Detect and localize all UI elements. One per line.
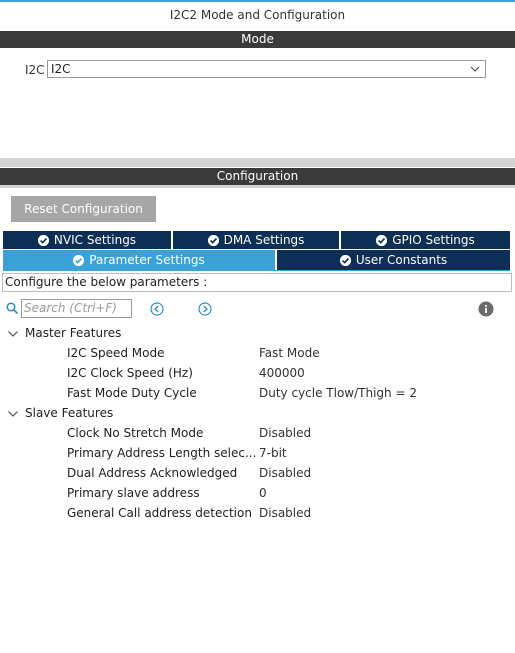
param-value-fast-mode-duty-cycle[interactable]: Duty cycle Tlow/Thigh = 2	[259, 386, 417, 400]
param-value-primary-address-length[interactable]: 7-bit	[259, 446, 287, 460]
search-icon[interactable]	[6, 302, 19, 318]
expand-chevron-icon[interactable]	[7, 328, 19, 342]
i2c-mode-label: I2C	[25, 63, 45, 77]
info-icon[interactable]	[478, 301, 494, 320]
arrow-right-circle-icon[interactable]	[198, 302, 212, 319]
param-name-primary-address-length: Primary Address Length selec...	[67, 446, 257, 460]
param-value-i2c-speed-mode[interactable]: Fast Mode	[259, 346, 320, 360]
tab-underline	[3, 270, 510, 271]
param-name-dual-address-acknowledged: Dual Address Acknowledged	[67, 466, 238, 480]
check-circle-icon	[376, 234, 388, 246]
param-value-i2c-clock-speed[interactable]: 400000	[259, 366, 305, 380]
tab-label: User Constants	[355, 253, 448, 267]
param-name-i2c-clock-speed: I2C Clock Speed (Hz)	[67, 366, 193, 380]
reset-configuration-button[interactable]: Reset Configuration	[11, 196, 156, 222]
group-header-master-features[interactable]: Master Features	[25, 326, 121, 340]
tab-label: NVIC Settings	[53, 233, 137, 247]
search-input[interactable]: Search (Ctrl+F)	[21, 299, 132, 318]
param-value-dual-address-acknowledged[interactable]: Disabled	[259, 466, 311, 480]
mode-header: Mode	[0, 31, 515, 48]
param-name-clock-no-stretch-mode: Clock No Stretch Mode	[67, 426, 204, 440]
check-circle-icon	[37, 234, 49, 246]
param-name-general-call-address-detection: General Call address detection	[67, 506, 252, 520]
param-value-primary-slave-address[interactable]: 0	[259, 486, 267, 500]
param-value-general-call-address-detection[interactable]: Disabled	[259, 506, 311, 520]
param-name-primary-slave-address: Primary slave address	[67, 486, 200, 500]
configuration-header: Configuration	[0, 168, 515, 185]
configure-description: Configure the below parameters :	[2, 273, 512, 292]
window-title: I2C2 Mode and Configuration	[169, 8, 346, 22]
chevron-down-icon[interactable]	[469, 61, 481, 77]
param-name-fast-mode-duty-cycle: Fast Mode Duty Cycle	[67, 386, 197, 400]
arrow-left-circle-icon[interactable]	[150, 302, 164, 319]
param-value-clock-no-stretch-mode[interactable]: Disabled	[259, 426, 311, 440]
tab-nvic-settings[interactable]: NVIC Settings	[3, 231, 171, 249]
check-circle-icon	[207, 234, 219, 246]
search-placeholder: Search (Ctrl+F)	[24, 301, 117, 315]
expand-chevron-icon[interactable]	[7, 408, 19, 422]
tab-label: GPIO Settings	[392, 233, 475, 247]
tab-label: Parameter Settings	[89, 253, 205, 267]
tab-user-constants[interactable]: User Constants	[277, 250, 510, 270]
tab-parameter-settings[interactable]: Parameter Settings	[3, 250, 275, 270]
tab-gpio-settings[interactable]: GPIO Settings	[341, 231, 510, 249]
i2c-mode-value: I2C	[51, 62, 71, 76]
group-header-slave-features[interactable]: Slave Features	[25, 406, 113, 420]
tab-label: DMA Settings	[223, 233, 305, 247]
tab-dma-settings[interactable]: DMA Settings	[173, 231, 339, 249]
section-divider[interactable]	[0, 158, 515, 167]
check-circle-icon	[73, 254, 85, 266]
check-circle-icon	[339, 254, 351, 266]
section-divider-bottom	[0, 185, 515, 188]
param-name-i2c-speed-mode: I2C Speed Mode	[67, 346, 165, 360]
top-accent-line	[0, 0, 515, 2]
i2c-mode-select[interactable]: I2C	[47, 60, 486, 78]
